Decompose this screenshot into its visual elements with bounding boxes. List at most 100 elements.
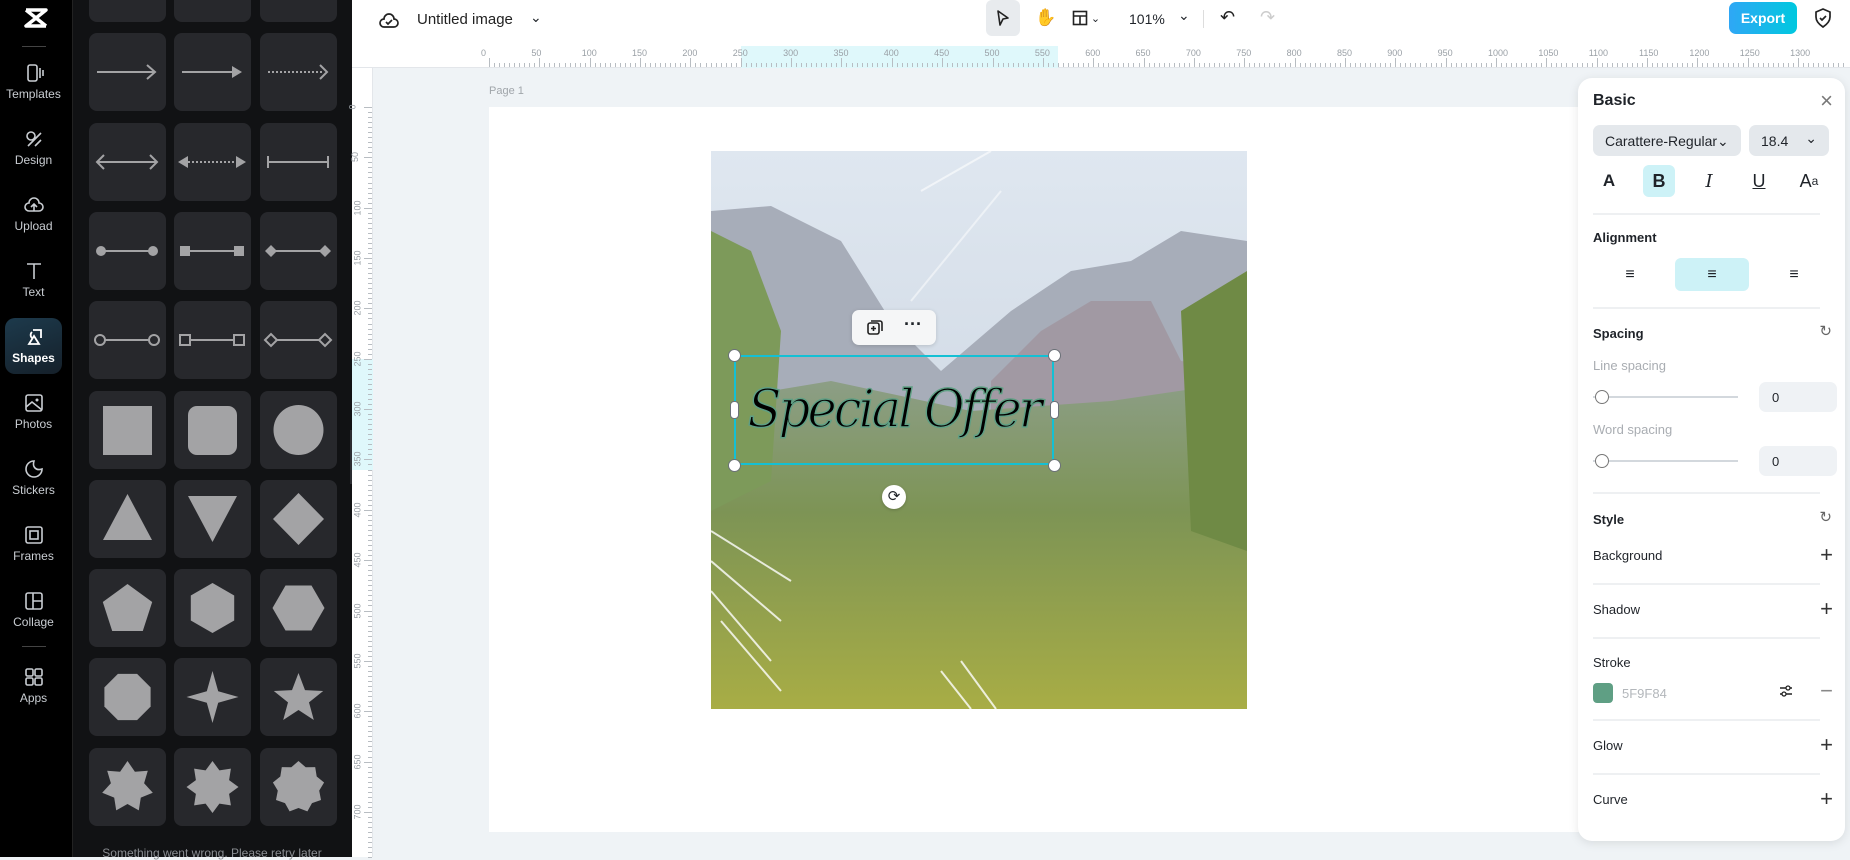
text-case-button[interactable]: Aa bbox=[1793, 165, 1825, 197]
rotate-handle-icon[interactable]: ⟳ bbox=[882, 485, 906, 509]
cloud-saved-icon[interactable] bbox=[378, 10, 400, 37]
shape-tile-blank[interactable] bbox=[260, 0, 337, 22]
italic-button[interactable]: I bbox=[1693, 165, 1725, 197]
ruler-tick bbox=[1198, 63, 1200, 67]
word-spacing-input[interactable]: 0 bbox=[1759, 446, 1837, 476]
rail-item-templates[interactable]: Templates bbox=[5, 54, 62, 110]
align-center-button[interactable]: ≡ bbox=[1675, 258, 1749, 291]
ruler-tick bbox=[1506, 63, 1508, 67]
resize-handle-bottom-right[interactable] bbox=[1048, 459, 1061, 472]
resize-handle-right[interactable] bbox=[1050, 401, 1059, 419]
shape-tile-pentagon[interactable] bbox=[89, 569, 166, 648]
rail-item-text[interactable]: Text bbox=[5, 252, 62, 308]
resize-handle-bottom-left[interactable] bbox=[728, 459, 741, 472]
shape-tile-four-point-star[interactable] bbox=[174, 658, 251, 737]
shape-tile-inverted-triangle[interactable] bbox=[174, 479, 251, 558]
shape-tile-hexagon-flat[interactable] bbox=[260, 569, 337, 648]
add-curve-icon[interactable]: + bbox=[1820, 788, 1833, 810]
remove-stroke-icon[interactable]: − bbox=[1820, 680, 1833, 702]
line-spacing-input[interactable]: 0 bbox=[1759, 382, 1837, 412]
shapes-icon bbox=[26, 329, 42, 345]
shape-tile-diamond-line[interactable] bbox=[260, 211, 337, 290]
reset-spacing-icon[interactable]: ↻ bbox=[1819, 322, 1832, 340]
shape-tile-arrow-solid[interactable] bbox=[174, 33, 251, 112]
rail-item-stickers[interactable]: Stickers bbox=[5, 450, 62, 506]
redo-icon[interactable]: ↷ bbox=[1260, 7, 1275, 28]
shape-tile-double-arrow[interactable] bbox=[89, 122, 166, 201]
rail-item-photos[interactable]: Photos bbox=[5, 384, 62, 440]
hand-tool-button[interactable]: ✋ bbox=[1032, 4, 1060, 32]
resize-handle-top-left[interactable] bbox=[728, 349, 741, 362]
blank-icon bbox=[89, 0, 166, 22]
shape-tile-eight-point-star[interactable] bbox=[174, 747, 251, 826]
shape-tile-hexagon[interactable] bbox=[174, 569, 251, 648]
ruler-tick bbox=[775, 63, 777, 67]
document-title[interactable]: Untitled image bbox=[417, 11, 513, 28]
ruler-tick bbox=[368, 771, 372, 773]
shape-tile-diamond-outline-line[interactable] bbox=[260, 301, 337, 380]
shape-tile-five-point-star[interactable] bbox=[260, 658, 337, 737]
underline-button[interactable]: U bbox=[1743, 165, 1775, 197]
shape-tile-diamond[interactable] bbox=[260, 479, 337, 558]
rail-item-shapes[interactable]: Shapes bbox=[5, 318, 62, 374]
shape-tile-circle[interactable] bbox=[260, 390, 337, 469]
shape-tile-nine-point-star[interactable] bbox=[260, 747, 337, 826]
bold-button[interactable]: B bbox=[1643, 165, 1675, 197]
add-glow-icon[interactable]: + bbox=[1820, 734, 1833, 756]
ruler-tick-label: 400 bbox=[352, 502, 363, 518]
shape-tile-square-line[interactable] bbox=[174, 211, 251, 290]
add-background-icon[interactable]: + bbox=[1820, 544, 1833, 566]
capcut-logo[interactable] bbox=[20, 6, 52, 32]
ruler-tick bbox=[1747, 58, 1749, 67]
ruler-tick bbox=[368, 399, 372, 401]
rail-item-frames[interactable]: Frames bbox=[5, 516, 62, 572]
stroke-color-value[interactable]: 5F9F84 bbox=[1622, 686, 1667, 701]
shape-tile-rounded-square[interactable] bbox=[174, 390, 251, 469]
resize-handle-top-right[interactable] bbox=[1048, 349, 1061, 362]
ruler-tick-label: 450 bbox=[934, 48, 950, 58]
resize-handle-left[interactable] bbox=[730, 401, 739, 419]
shield-check-icon[interactable] bbox=[1814, 8, 1832, 33]
rail-item-design[interactable]: Design bbox=[5, 120, 62, 176]
shape-tile-arrow-dotted[interactable] bbox=[260, 33, 337, 112]
add-shadow-icon[interactable]: + bbox=[1820, 598, 1833, 620]
ruler-tick bbox=[364, 358, 372, 360]
ruler-tick bbox=[579, 63, 581, 67]
shape-tile-triangle[interactable] bbox=[89, 479, 166, 558]
shape-tile-blank[interactable] bbox=[89, 0, 166, 22]
text-color-button[interactable]: A bbox=[1593, 165, 1625, 197]
align-right-button[interactable]: ≡ bbox=[1757, 258, 1831, 291]
ruler-tick bbox=[1571, 63, 1573, 67]
word-spacing-slider[interactable] bbox=[1593, 454, 1738, 468]
undo-icon[interactable]: ↶ bbox=[1220, 7, 1235, 28]
close-icon[interactable]: × bbox=[1820, 88, 1833, 114]
shape-tile-square-outline-line[interactable] bbox=[174, 301, 251, 380]
reset-style-icon[interactable]: ↻ bbox=[1819, 508, 1832, 526]
more-options-icon[interactable]: ··· bbox=[904, 314, 922, 335]
align-left-button[interactable]: ≡ bbox=[1593, 258, 1667, 291]
shape-tile-bracket-line[interactable] bbox=[260, 122, 337, 201]
rail-item-upload[interactable]: Upload bbox=[5, 186, 62, 242]
title-chevron-down-icon[interactable]: ⌄ bbox=[530, 9, 542, 26]
shape-tile-square[interactable] bbox=[89, 390, 166, 469]
shape-tile-double-arrow-dotted[interactable] bbox=[174, 122, 251, 201]
stroke-settings-icon[interactable] bbox=[1778, 683, 1794, 704]
zoom-chevron-down-icon[interactable]: ⌄ bbox=[1178, 7, 1190, 24]
layout-button[interactable]: ⌄ bbox=[1066, 4, 1106, 32]
font-family-dropdown[interactable]: Carattere-Regular⌄ bbox=[1593, 125, 1741, 156]
rail-item-collage[interactable]: Collage bbox=[5, 582, 62, 638]
select-tool-button[interactable] bbox=[986, 0, 1020, 36]
shape-tile-arrow-line[interactable] bbox=[89, 33, 166, 112]
shape-tile-circle-outline-line[interactable] bbox=[89, 301, 166, 380]
duplicate-icon[interactable] bbox=[866, 318, 884, 341]
shape-tile-octagon[interactable] bbox=[89, 658, 166, 737]
line-spacing-slider[interactable] bbox=[1593, 390, 1738, 404]
font-size-dropdown[interactable]: 18.4 ⌄ bbox=[1749, 125, 1829, 156]
shape-tile-dot-line[interactable] bbox=[89, 211, 166, 290]
shape-tile-seven-point-star[interactable] bbox=[89, 747, 166, 826]
rail-item-apps[interactable]: Apps bbox=[5, 658, 62, 714]
export-button[interactable]: Export bbox=[1729, 2, 1797, 34]
shape-tile-blank[interactable] bbox=[174, 0, 251, 22]
stroke-color-swatch[interactable] bbox=[1593, 683, 1613, 703]
zoom-level[interactable]: 101% bbox=[1129, 11, 1165, 27]
